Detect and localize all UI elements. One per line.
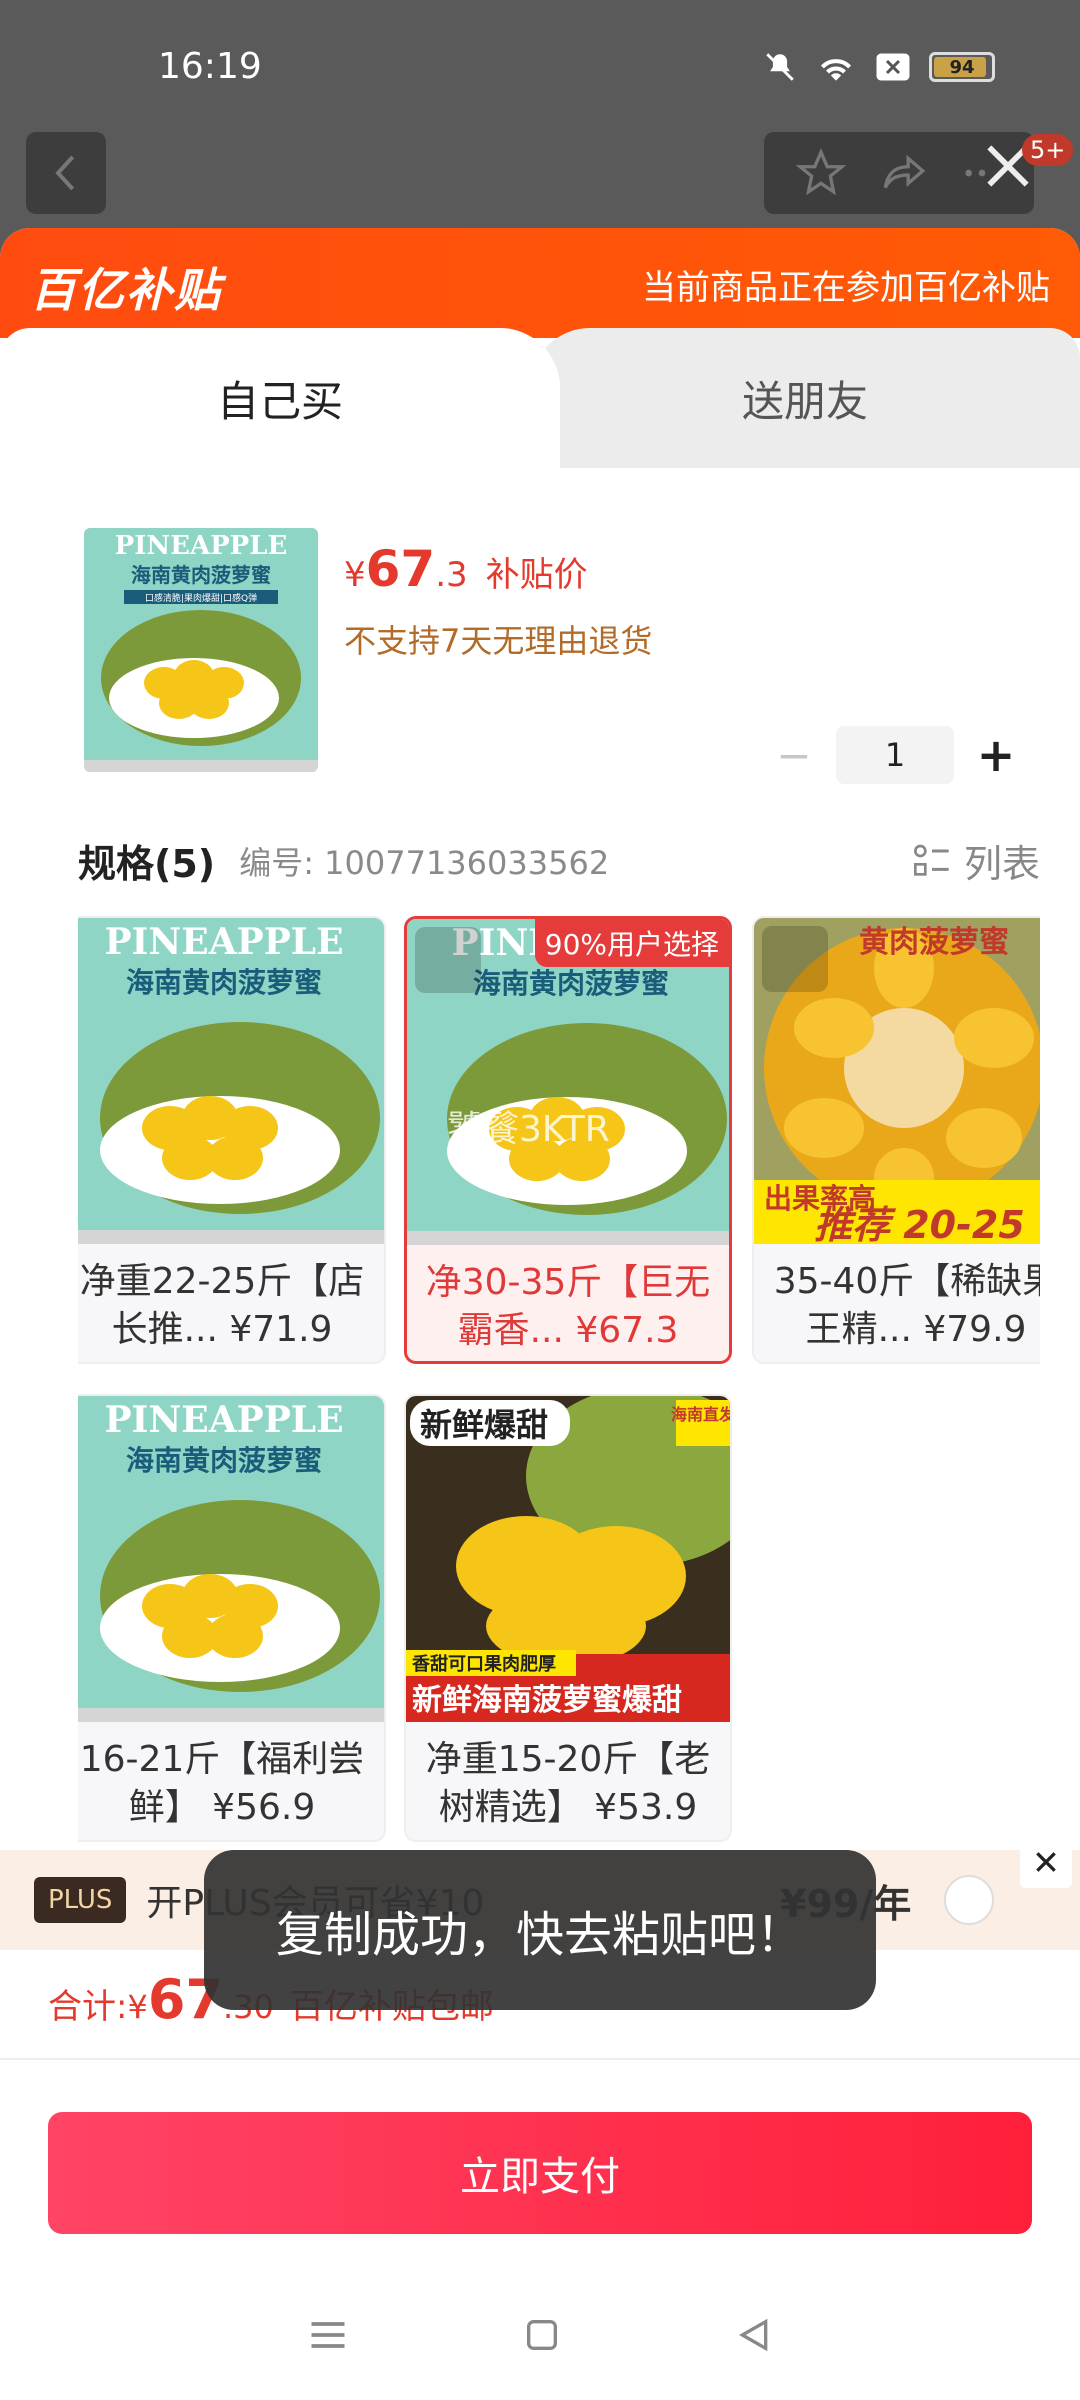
item-footer-big: 新鲜海南菠萝蜜爆甜 bbox=[412, 1683, 682, 1718]
svg-text:PINEAPPLE: PINEAPPLE bbox=[104, 1399, 343, 1441]
price-symbol: ¥ bbox=[344, 555, 366, 595]
back-icon[interactable] bbox=[734, 2315, 774, 2355]
spec-item-image: PINEAPPLE 海南黄肉菠萝蜜 饕餮3KTR 90%用户选择 bbox=[407, 919, 729, 1245]
product-thumbnail[interactable]: PINEAPPLE 海南黄肉菠萝蜜 口感清脆|果肉爆甜|口感Q弹 bbox=[84, 528, 318, 772]
quantity-stepper: − 1 + bbox=[774, 726, 1016, 784]
spec-item-label: 净30-35斤【巨无 霸香... ¥67.3 bbox=[425, 1262, 711, 1351]
subsidy-message: 当前商品正在参加百亿补贴 bbox=[642, 268, 1050, 308]
status-time: 16:19 bbox=[158, 46, 262, 87]
item-badge-corner: 海南直发 bbox=[671, 1405, 732, 1424]
copy-toast: 复制成功，快去粘贴吧！ bbox=[204, 1850, 876, 2010]
product-card: PINEAPPLE 海南黄肉菠萝蜜 口感清脆|果肉爆甜|口感Q弹 ¥ 67 .3… bbox=[30, 488, 1048, 1868]
message-badge: 5+ bbox=[1022, 134, 1074, 166]
spec-item-label: 净重22-25斤【店 长推... ¥71.9 bbox=[79, 1261, 365, 1350]
tab-gift[interactable]: 送朋友 bbox=[530, 328, 1080, 468]
promo-text: 推荐 20-25 bbox=[814, 1203, 1025, 1244]
item-badge-top: 新鲜爆甜 bbox=[420, 1406, 548, 1444]
spec-item[interactable]: PINEAPPLE 海南黄肉菠萝蜜 16-21斤【福利尝 鲜】 ¥56.9 bbox=[78, 1394, 386, 1842]
list-view-button[interactable]: 列表 bbox=[912, 833, 1040, 888]
battery-level: 94 bbox=[949, 56, 975, 78]
price-integer: 67 bbox=[365, 540, 436, 598]
thumb-poster-tags: 口感清脆|果肉爆甜|口感Q弹 bbox=[145, 592, 257, 604]
back-button[interactable] bbox=[26, 132, 106, 214]
price-decimal: .3 bbox=[435, 555, 468, 595]
spec-grid: PINEAPPLE 海南黄肉菠萝蜜 净重22-25斤【店 长推... ¥71.9 bbox=[78, 916, 1040, 1846]
mute-icon bbox=[766, 53, 794, 81]
spec-item[interactable]: 新鲜爆甜 海南直发 香甜可口果肉肥厚 新鲜海南菠萝蜜爆甜 净重15-20斤【老 … bbox=[404, 1394, 732, 1842]
thumb-poster-title: PINEAPPLE bbox=[115, 531, 288, 561]
spec-item-image: PINEAPPLE 海南黄肉菠萝蜜 bbox=[78, 918, 384, 1244]
purchase-tabs: 送朋友 自己买 bbox=[0, 328, 1080, 468]
share-icon[interactable] bbox=[879, 148, 929, 198]
battery-icon: 94 bbox=[929, 52, 995, 82]
price-label: 补贴价 bbox=[485, 555, 588, 595]
svg-text:海南黄肉菠萝蜜: 海南黄肉菠萝蜜 bbox=[126, 966, 322, 999]
sheet-body: PINEAPPLE 海南黄肉菠萝蜜 口感清脆|果肉爆甜|口感Q弹 ¥ 67 .3… bbox=[0, 468, 1080, 2400]
chevron-left-icon bbox=[55, 155, 75, 191]
star-icon[interactable] bbox=[796, 148, 847, 198]
svg-text:海南黄肉菠萝蜜: 海南黄肉菠萝蜜 bbox=[126, 1444, 322, 1477]
spec-item-image: 新鲜爆甜 海南直发 香甜可口果肉肥厚 新鲜海南菠萝蜜爆甜 bbox=[406, 1396, 730, 1722]
close-icon bbox=[1036, 1852, 1056, 1872]
svg-text:PINEAPPLE: PINEAPPLE bbox=[104, 921, 343, 963]
pay-now-button[interactable]: 立即支付 bbox=[48, 2112, 1032, 2234]
total-label: 合计: bbox=[48, 1987, 128, 2027]
spec-item[interactable]: 黄肉菠萝蜜 出果率高 推荐 20-25 35-40斤【稀缺果 王精... ¥79… bbox=[752, 916, 1040, 1364]
spec-item-image: 黄肉菠萝蜜 出果率高 推荐 20-25 bbox=[754, 918, 1040, 1247]
home-icon[interactable] bbox=[522, 2315, 562, 2355]
item-footer-small: 香甜可口果肉肥厚 bbox=[411, 1653, 556, 1675]
sim-x-icon bbox=[876, 53, 910, 81]
watermark-text: 饕餮3KTR bbox=[447, 1109, 610, 1150]
decrement-button[interactable]: − bbox=[774, 731, 814, 780]
spec-item-label: 16-21斤【福利尝 鲜】 ¥56.9 bbox=[79, 1739, 365, 1828]
spec-item-image: PINEAPPLE 海南黄肉菠萝蜜 bbox=[78, 1396, 384, 1722]
expand-icon[interactable] bbox=[415, 927, 481, 993]
purchase-sheet: 百亿补贴 当前商品正在参加百亿补贴 送朋友 自己买 PINEAPPLE 海南黄肉… bbox=[0, 228, 1080, 2400]
list-label: 列表 bbox=[963, 842, 1040, 886]
page-nav bbox=[0, 132, 1080, 222]
status-icons: 94 bbox=[763, 50, 995, 84]
promo-brand: 黄肉菠萝蜜 bbox=[859, 925, 1009, 960]
plus-radio[interactable] bbox=[944, 1875, 994, 1925]
total-symbol: ¥ bbox=[127, 1988, 148, 2026]
quantity-input[interactable]: 1 bbox=[836, 726, 954, 784]
thumb-poster-sub: 海南黄肉菠萝蜜 bbox=[131, 563, 271, 587]
tab-self[interactable]: 自己买 bbox=[0, 328, 560, 468]
product-code[interactable]: 编号: 10077136033562 bbox=[239, 838, 609, 884]
svg-text:海南黄肉菠萝蜜: 海南黄肉菠萝蜜 bbox=[473, 967, 669, 1000]
spec-item-selected[interactable]: PINEAPPLE 海南黄肉菠萝蜜 饕餮3KTR 90%用户选择 净30-35斤 bbox=[404, 916, 732, 1364]
spec-item[interactable]: PINEAPPLE 海南黄肉菠萝蜜 净重22-25斤【店 长推... ¥71.9 bbox=[78, 916, 386, 1364]
sheet-header: 百亿补贴 当前商品正在参加百亿补贴 bbox=[0, 228, 1080, 338]
spec-header: 规格(5) 编号: 10077136033562 列表 bbox=[78, 833, 1040, 888]
popular-choice-tag: 90%用户选择 bbox=[534, 919, 729, 967]
increment-button[interactable]: + bbox=[976, 728, 1016, 782]
brand-logo: 百亿补贴 bbox=[30, 263, 222, 317]
spec-title: 规格(5) bbox=[78, 842, 216, 886]
system-nav-bar bbox=[0, 2290, 1080, 2380]
menu-icon[interactable] bbox=[306, 2313, 350, 2357]
spec-item-label: 35-40斤【稀缺果 王精... ¥79.9 bbox=[773, 1261, 1040, 1350]
plus-badge: PLUS bbox=[34, 1877, 127, 1923]
plus-close-button[interactable] bbox=[1020, 1836, 1072, 1888]
wifi-icon bbox=[820, 59, 852, 81]
list-icon bbox=[913, 844, 949, 876]
status-bar: 16:19 94 bbox=[0, 0, 1080, 130]
expand-icon[interactable] bbox=[762, 926, 828, 992]
divider bbox=[0, 2058, 1080, 2060]
price-row: ¥ 67 .3 补贴价 bbox=[344, 540, 588, 598]
return-policy-note: 不支持7天无理由退货 bbox=[344, 622, 653, 660]
spec-item-label: 净重15-20斤【老 树精选】 ¥53.9 bbox=[425, 1739, 711, 1828]
